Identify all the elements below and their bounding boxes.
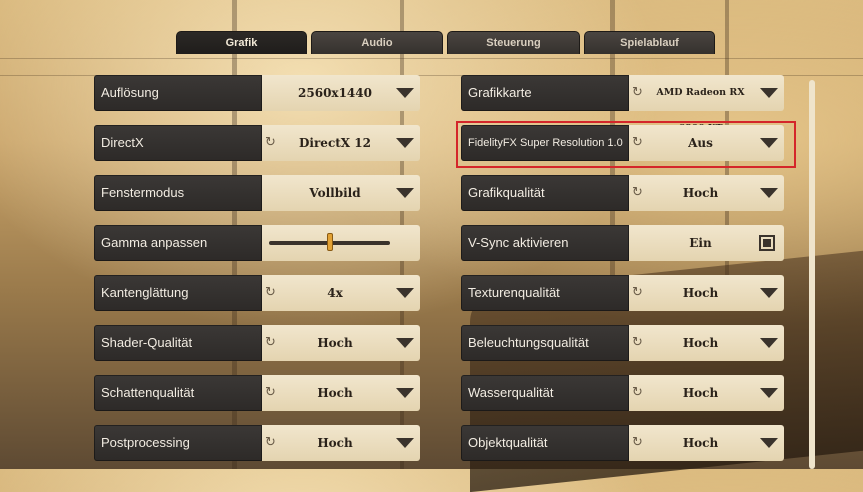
setting-row-aufloesung: Auflösung 2560x1440 — [94, 75, 420, 111]
setting-row-fenstermodus: Fenstermodus Vollbild — [94, 175, 420, 211]
chevron-down-icon[interactable] — [396, 438, 414, 448]
chevron-down-icon[interactable] — [396, 88, 414, 98]
selected-value: Hoch — [682, 186, 719, 200]
shader-qualitaet-dropdown[interactable]: ↻ Hoch — [262, 325, 420, 361]
aufloesung-dropdown[interactable]: 2560x1440 — [262, 75, 420, 111]
setting-label: Objektqualität — [461, 425, 629, 461]
setting-label: Postprocessing — [94, 425, 262, 461]
objektqualitaet-dropdown[interactable]: ↻ Hoch — [629, 425, 784, 461]
slider-track[interactable] — [269, 233, 390, 251]
setting-label: Texturenqualität — [461, 275, 629, 311]
grafikqualitaet-dropdown[interactable]: ↻ Hoch — [629, 175, 784, 211]
chevron-down-icon[interactable] — [396, 388, 414, 398]
setting-label: Wasserqualität — [461, 375, 629, 411]
checkbox-icon[interactable] — [759, 235, 775, 251]
gamma-anpassen-slider[interactable] — [262, 225, 420, 261]
setting-row-gamma-anpassen: Gamma anpassen — [94, 225, 420, 261]
selected-value: 2560x1440 — [298, 86, 372, 100]
chevron-down-icon[interactable] — [760, 388, 778, 398]
chevron-down-icon[interactable] — [396, 288, 414, 298]
setting-row-postprocessing: Postprocessing ↻ Hoch — [94, 425, 420, 461]
selected-value: 4x — [327, 286, 343, 300]
chevron-down-icon[interactable] — [760, 188, 778, 198]
kantenglaettung-dropdown[interactable]: ↻ 4x — [262, 275, 420, 311]
beleuchtungsqualitaet-dropdown[interactable]: ↻ Hoch — [629, 325, 784, 361]
reset-icon[interactable]: ↻ — [265, 436, 276, 450]
reset-icon[interactable]: ↻ — [632, 386, 643, 400]
reset-icon[interactable]: ↻ — [632, 86, 643, 100]
tab-steuerung[interactable]: Steuerung — [447, 31, 580, 54]
reset-icon[interactable]: ↻ — [265, 336, 276, 350]
setting-row-schattenqualitaet: Schattenqualität ↻ Hoch — [94, 375, 420, 411]
selected-value: DirectX 12 — [299, 136, 371, 150]
reset-icon[interactable]: ↻ — [265, 286, 276, 300]
setting-row-shader-qualitaet: Shader-Qualität ↻ Hoch — [94, 325, 420, 361]
reset-icon[interactable]: ↻ — [632, 336, 643, 350]
setting-label: Shader-Qualität — [94, 325, 262, 361]
fsr-highlight-box — [456, 121, 796, 168]
setting-label: DirectX — [94, 125, 262, 161]
setting-row-beleuchtungsqualitaet: Beleuchtungsqualität ↻ Hoch — [461, 325, 784, 361]
chevron-down-icon[interactable] — [760, 288, 778, 298]
setting-row-grafikqualitaet: Grafikqualität ↻ Hoch — [461, 175, 784, 211]
setting-label: Schattenqualität — [94, 375, 262, 411]
chevron-down-icon[interactable] — [760, 438, 778, 448]
chevron-down-icon[interactable] — [396, 138, 414, 148]
wasserqualitaet-dropdown[interactable]: ↻ Hoch — [629, 375, 784, 411]
reset-icon[interactable]: ↻ — [632, 436, 643, 450]
setting-label: Beleuchtungsqualität — [461, 325, 629, 361]
selected-value: Hoch — [682, 436, 719, 450]
chevron-down-icon[interactable] — [760, 338, 778, 348]
selected-value: Hoch — [317, 386, 353, 400]
scrollbar[interactable] — [809, 80, 815, 469]
setting-row-texturenqualitaet: Texturenqualität ↻ Hoch — [461, 275, 784, 311]
tab-spielablauf[interactable]: Spielablauf — [584, 31, 715, 54]
setting-label: Kantenglättung — [94, 275, 262, 311]
v-sync-aktivieren-toggle[interactable]: Ein — [629, 225, 784, 261]
directx-dropdown[interactable]: ↻ DirectX 12 — [262, 125, 420, 161]
setting-label: Gamma anpassen — [94, 225, 262, 261]
setting-row-directx: DirectX ↻ DirectX 12 — [94, 125, 420, 161]
selected-value: Hoch — [317, 336, 353, 350]
setting-row-grafikkarte: Grafikkarte↻AMD Radeon RX 6800 XT — [461, 75, 784, 134]
setting-label: V-Sync aktivieren — [461, 225, 629, 261]
schattenqualitaet-dropdown[interactable]: ↻ Hoch — [262, 375, 420, 411]
selected-value: Hoch — [682, 336, 719, 350]
reset-icon[interactable]: ↻ — [265, 386, 276, 400]
texturenqualitaet-dropdown[interactable]: ↻ Hoch — [629, 275, 784, 311]
selected-value: Hoch — [682, 386, 719, 400]
setting-label: Grafikqualität — [461, 175, 629, 211]
setting-row-wasserqualitaet: Wasserqualität ↻ Hoch — [461, 375, 784, 411]
reset-icon[interactable]: ↻ — [265, 136, 276, 150]
setting-label: Fenstermodus — [94, 175, 262, 211]
selected-value: Hoch — [317, 436, 353, 450]
reset-icon[interactable]: ↻ — [632, 186, 643, 200]
chevron-down-icon[interactable] — [760, 88, 778, 98]
toggle-state: Ein — [689, 236, 712, 250]
setting-row-v-sync-aktivieren: V-Sync aktivieren Ein — [461, 225, 784, 261]
tab-grafik[interactable]: Grafik — [176, 31, 307, 54]
fenstermodus-dropdown[interactable]: Vollbild — [262, 175, 420, 211]
selected-value: Hoch — [682, 286, 719, 300]
chevron-down-icon[interactable] — [396, 188, 414, 198]
selected-value: Vollbild — [309, 186, 361, 200]
setting-row-objektqualitaet: Objektqualität ↻ Hoch — [461, 425, 784, 461]
setting-label: Auflösung — [94, 75, 262, 111]
slider-thumb[interactable] — [326, 233, 333, 251]
reset-icon[interactable]: ↻ — [632, 286, 643, 300]
tab-audio[interactable]: Audio — [311, 31, 443, 54]
grafikkarte-dropdown[interactable]: ↻AMD Radeon RX 6800 XT — [629, 75, 784, 134]
setting-label: Grafikkarte — [461, 75, 629, 111]
setting-row-kantenglaettung: Kantenglättung ↻ 4x — [94, 275, 420, 311]
postprocessing-dropdown[interactable]: ↻ Hoch — [262, 425, 420, 461]
chevron-down-icon[interactable] — [396, 338, 414, 348]
